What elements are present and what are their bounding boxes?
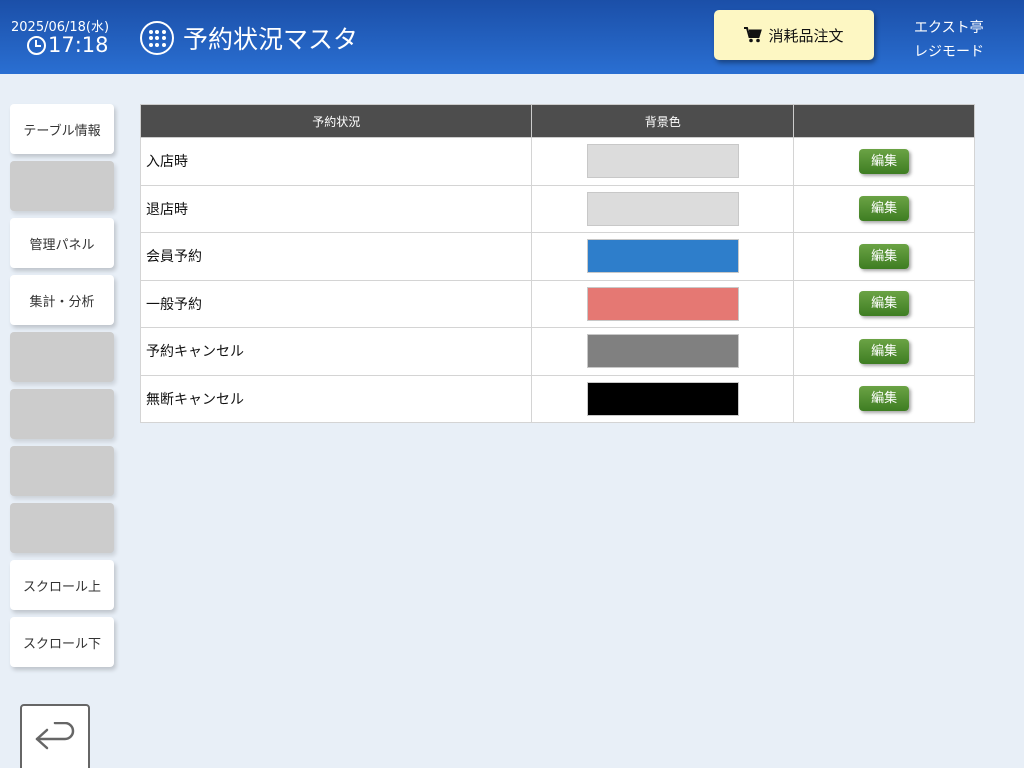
color-swatch [586,239,739,274]
sidebar-item-empty [10,161,114,211]
edit-cell: 編集 [793,374,975,423]
edit-button[interactable]: 編集 [859,291,910,317]
column-header-status: 予約状況 [139,104,533,138]
color-swatch [586,191,739,226]
sidebar-item-empty [10,389,114,439]
edit-cell: 編集 [793,232,975,281]
status-name: 一般予約 [139,279,533,328]
color-swatch [586,334,739,369]
reservation-status-table: 予約状況 背景色 入店時 編集 退店時 編集 会員予約 編集 一般予約 編集 予約キャンセル 編集… [139,104,975,423]
status-name: 会員予約 [139,232,533,281]
sidebar-item-empty [10,332,114,382]
sidebar-item-table-info[interactable]: テーブル情報 [10,104,114,154]
table-row: 入店時 編集 [139,137,975,186]
sidebar-item-analytics[interactable]: 集計・分析 [10,275,114,325]
edit-cell: 編集 [793,137,975,186]
table-row: 一般予約 編集 [139,279,975,328]
page-title: 予約状況マスタ [183,25,359,54]
mode-label: レジモード [914,44,984,60]
status-name: 退店時 [139,184,533,233]
color-cell [531,137,795,186]
order-supplies-button[interactable]: 消耗品注文 [714,10,874,60]
status-name: 無断キャンセル [139,374,533,423]
color-cell [531,374,795,423]
back-button[interactable] [20,704,90,768]
edit-button[interactable]: 編集 [859,196,910,222]
column-header-actions [793,104,975,138]
cart-icon [744,27,763,43]
sidebar-item-admin-panel[interactable]: 管理パネル [10,218,114,268]
sidebar-item-label: テーブル情報 [23,123,101,139]
header-bar: 2025/06/18(水) 17:18 予約状況マスタ 消耗品注文 エクスト亭 … [0,0,1024,74]
table-row: 退店時 編集 [139,184,975,233]
table-row: 予約キャンセル 編集 [139,327,975,376]
clock-icon [27,35,46,55]
store-name: エクスト亭 [914,20,984,36]
sidebar-item-label: 管理パネル [29,237,95,253]
edit-cell: 編集 [793,327,975,376]
color-cell [531,279,795,328]
scroll-up-button[interactable]: スクロール上 [10,560,114,610]
status-name: 入店時 [139,137,533,186]
edit-button[interactable]: 編集 [859,243,910,269]
edit-cell: 編集 [793,279,975,328]
order-supplies-label: 消耗品注文 [768,26,844,45]
return-arrow-icon [35,722,75,750]
time-text: 17:18 [48,33,109,57]
column-header-color: 背景色 [531,104,795,138]
sidebar-item-empty [10,503,114,553]
menu-grid-icon[interactable] [140,21,174,55]
color-swatch [586,381,739,416]
color-swatch [586,144,739,179]
scroll-down-button[interactable]: スクロール下 [10,617,114,667]
status-name: 予約キャンセル [139,327,533,376]
sidebar-item-label: スクロール下 [22,636,101,652]
table-row: 無断キャンセル 編集 [139,374,975,423]
edit-button[interactable]: 編集 [859,148,910,174]
sidebar-item-empty [10,446,114,496]
table-header-row: 予約状況 背景色 [139,104,975,138]
color-cell [531,232,795,281]
color-cell [531,184,795,233]
sidebar-item-label: スクロール上 [22,579,101,595]
color-swatch [586,286,739,321]
sidebar-item-label: 集計・分析 [29,294,95,310]
edit-cell: 編集 [793,184,975,233]
edit-button[interactable]: 編集 [859,338,910,364]
edit-button[interactable]: 編集 [859,386,910,412]
color-cell [531,327,795,376]
current-time: 17:18 [27,33,109,57]
table-row: 会員予約 編集 [139,232,975,281]
